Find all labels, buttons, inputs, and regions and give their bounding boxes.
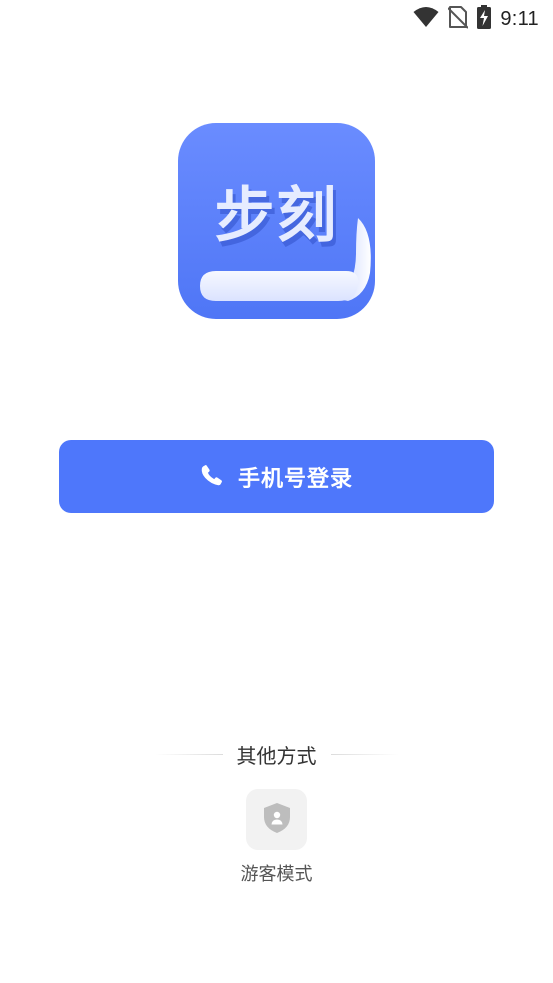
divider-line-right (330, 753, 399, 755)
phone-login-label: 手机号登录 (237, 466, 353, 492)
status-icons: 9:11 (413, 5, 539, 33)
other-methods-divider: 其他方式 (0, 740, 553, 768)
wifi-icon (413, 6, 439, 32)
guest-mode-button[interactable] (246, 789, 307, 850)
guest-mode-option[interactable]: 游客模式 (226, 789, 327, 886)
phone-icon (200, 463, 224, 491)
guest-mode-label: 游客模式 (240, 864, 313, 885)
no-sim-icon (447, 5, 470, 33)
book-page-icon (200, 218, 371, 301)
app-logo: 步刻 (178, 123, 375, 319)
phone-login-button[interactable]: 手机号登录 (59, 440, 494, 513)
status-time: 9:11 (500, 7, 539, 30)
status-bar: 9:11 (0, 0, 553, 38)
other-methods-title: 其他方式 (236, 743, 317, 768)
divider-line-left (154, 753, 223, 755)
battery-charging-icon (477, 5, 492, 33)
shield-user-icon (262, 802, 292, 838)
